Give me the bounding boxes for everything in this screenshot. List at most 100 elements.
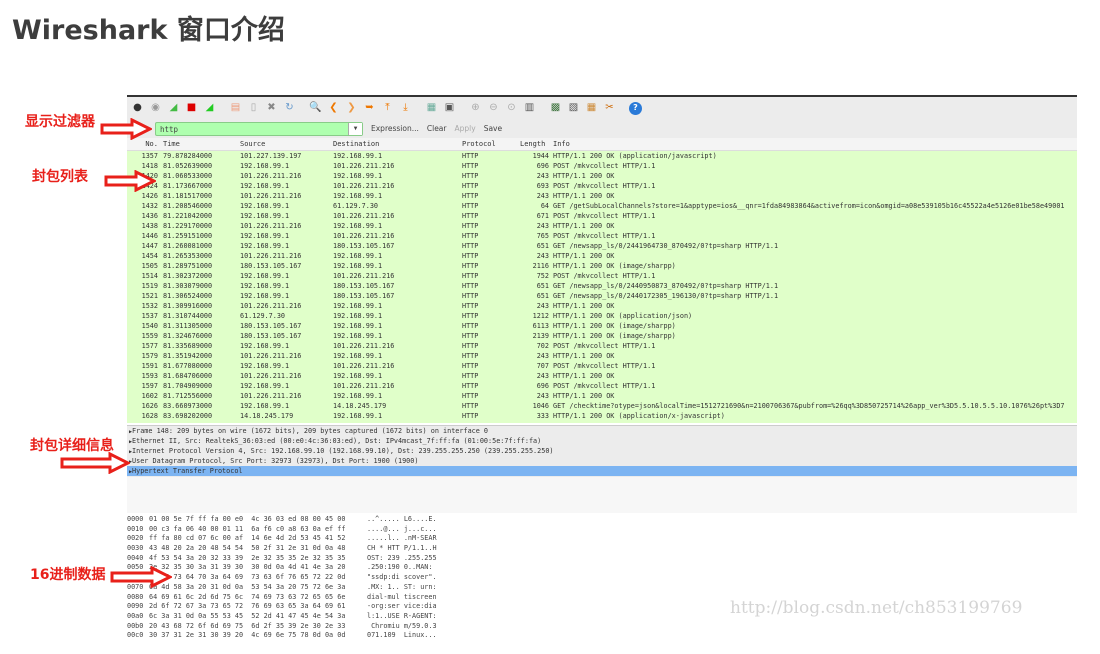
forward-icon[interactable]: ❯ <box>345 102 358 115</box>
packet-row[interactable]: 1426 81.181517000 101.226.211.216 192.168.9… <box>127 191 1077 201</box>
packet-row[interactable]: 1436 81.221042000 192.168.99.1 101.226.211.… <box>127 211 1077 221</box>
resize-columns-icon[interactable]: ▥ <box>523 102 536 115</box>
hex-bytes: 64 69 61 6c 2d 6d 75 6c 74 69 73 63 72 6… <box>149 592 346 601</box>
goto-icon[interactable]: ➥ <box>363 102 376 115</box>
packet-row[interactable]: 1577 81.335689000 192.168.99.1 101.226.211.… <box>127 341 1077 351</box>
help-icon[interactable]: ? <box>629 101 642 115</box>
packet-cell-info: POST /mkvcollect HTTP/1.1 <box>553 382 656 390</box>
packet-cell-source: 101.226.211.216 <box>240 172 302 180</box>
packet-row[interactable]: 1540 81.311305000 180.153.105.167 192.168.9… <box>127 321 1077 331</box>
normal-size-icon[interactable]: ⊙ <box>505 102 518 115</box>
packet-row[interactable]: 1519 81.303079000 192.168.99.1 180.153.105.… <box>127 281 1077 291</box>
coloring-rules-icon[interactable]: ▦ <box>585 102 598 115</box>
packet-row[interactable]: 1438 81.229170000 101.226.211.216 192.168.9… <box>127 221 1077 231</box>
packet-row[interactable]: 1514 81.302372000 192.168.99.1 101.226.211.… <box>127 271 1077 281</box>
stop-capture-icon[interactable]: ■ <box>185 102 198 115</box>
packet-cell-protocol: HTTP <box>462 352 479 360</box>
interface-list-icon[interactable]: ● <box>131 102 144 115</box>
close-file-icon[interactable]: ✖ <box>265 102 278 115</box>
column-header-destination[interactable]: Destination <box>333 140 379 148</box>
start-capture-icon[interactable]: ◢ <box>167 102 180 115</box>
expression-button[interactable]: Expression... <box>371 124 419 133</box>
detail-tree-item[interactable]: ▶Frame 148: 209 bytes on wire (1672 bits… <box>127 426 1077 436</box>
find-icon[interactable]: 🔍 <box>309 102 322 115</box>
packet-row[interactable]: 1537 81.310744000 61.129.7.30 192.168.99.1 H… <box>127 311 1077 321</box>
packet-cell-time: 81.259151000 <box>163 232 213 240</box>
packet-row[interactable]: 1432 81.208546000 192.168.99.1 61.129.7.30 H… <box>127 201 1077 211</box>
column-header-no[interactable]: No. <box>127 140 158 148</box>
packet-row[interactable]: 1447 81.260081000 192.168.99.1 180.153.105.… <box>127 241 1077 251</box>
restart-capture-icon[interactable]: ◢ <box>203 102 216 115</box>
packet-row[interactable]: 1418 81.052639000 192.168.99.1 101.226.211.… <box>127 161 1077 171</box>
detail-tree-item[interactable]: ▶User Datagram Protocol, Src Port: 32973… <box>127 456 1077 466</box>
packet-cell-protocol: HTTP <box>462 402 479 410</box>
packet-cell-info: GET /checktime?otype=json&localTime=1512… <box>553 402 1065 410</box>
packet-row[interactable]: 1591 81.677080000 192.168.99.1 101.226.211.… <box>127 361 1077 371</box>
wireshark-window: ● ◉ ◢ ■ ◢ ▤ ▯ ✖ ↻ 🔍 ❮ ❯ ➥ ⤒ ⤓ ▦ ▣ ⊕ ⊖ ⊙ ▥ ▩ ▧ ▦ ✂? http ▼ Express… <box>127 95 1077 639</box>
packet-row[interactable]: 1593 81.684706000 101.226.211.216 192.168.9… <box>127 371 1077 381</box>
detail-tree-item[interactable]: ▶Internet Protocol Version 4, Src: 192.1… <box>127 446 1077 456</box>
capture-filters-icon[interactable]: ▩ <box>549 102 562 115</box>
packet-cell-protocol: HTTP <box>462 332 479 340</box>
packet-row[interactable]: 1559 81.324676000 180.153.105.167 192.168.9… <box>127 331 1077 341</box>
packet-cell-length: 333 <box>536 412 549 420</box>
save-filter-button[interactable]: Save <box>484 124 502 133</box>
packet-row[interactable]: 1602 81.712556000 101.226.211.216 192.168.9… <box>127 391 1077 401</box>
packet-cell-destination: 192.168.99.1 <box>333 192 383 200</box>
packet-cell-no: 1537 <box>141 312 158 320</box>
packet-row[interactable]: 1420 81.060533000 101.226.211.216 192.168.9… <box>127 171 1077 181</box>
packet-row[interactable]: 1579 81.351942000 101.226.211.216 192.168.9… <box>127 351 1077 361</box>
apply-button[interactable]: Apply <box>455 124 476 133</box>
clear-button[interactable]: Clear <box>427 124 447 133</box>
packet-cell-time: 81.221042000 <box>163 212 213 220</box>
hex-row: 00b0 20 43 68 72 6f 6d 69 75 6d 2f 35 39 … <box>127 622 1077 632</box>
zoom-out-icon[interactable]: ⊖ <box>487 102 500 115</box>
packet-cell-no: 1418 <box>141 162 158 170</box>
column-header-protocol[interactable]: Protocol <box>462 140 496 148</box>
packet-cell-protocol: HTTP <box>462 172 479 180</box>
packet-row[interactable]: 1521 81.306524000 192.168.99.1 180.153.105.… <box>127 291 1077 301</box>
autoscroll-icon[interactable]: ▣ <box>443 102 456 115</box>
pane-divider[interactable] <box>127 477 1077 513</box>
packet-row[interactable]: 1626 83.660973000 192.168.99.1 14.18.245.17… <box>127 401 1077 411</box>
save-file-icon[interactable]: ▯ <box>247 102 260 115</box>
open-file-icon[interactable]: ▤ <box>229 102 242 115</box>
packet-row[interactable]: 1597 81.704909000 192.168.99.1 101.226.211.… <box>127 381 1077 391</box>
preferences-icon[interactable]: ✂ <box>603 102 616 115</box>
packet-cell-protocol: HTTP <box>462 362 479 370</box>
packet-cell-no: 1591 <box>141 362 158 370</box>
packet-row[interactable]: 1628 83.698202000 14.18.245.179 192.168.99.… <box>127 411 1077 421</box>
packet-cell-source: 101.226.211.216 <box>240 392 302 400</box>
column-header-length[interactable]: Length <box>520 140 552 148</box>
hex-row: 0030 43 48 20 2a 20 48 54 54 50 2f 31 2e … <box>127 544 1077 554</box>
first-packet-icon[interactable]: ⤒ <box>381 102 394 115</box>
column-header-info[interactable]: Info <box>553 140 570 148</box>
detail-tree-item[interactable]: ▶Hypertext Transfer Protocol <box>127 466 1077 476</box>
display-filters-icon[interactable]: ▧ <box>567 102 580 115</box>
zoom-in-icon[interactable]: ⊕ <box>469 102 482 115</box>
colorize-icon[interactable]: ▦ <box>425 102 438 115</box>
column-header-source[interactable]: Source <box>240 140 265 148</box>
back-icon[interactable]: ❮ <box>327 102 340 115</box>
detail-tree-item[interactable]: ▶Ethernet II, Src: RealtekS_36:03:ed (00… <box>127 436 1077 446</box>
capture-options-icon[interactable]: ◉ <box>149 102 162 115</box>
packet-row[interactable]: 1454 81.265353000 101.226.211.216 192.168.9… <box>127 251 1077 261</box>
column-header-time[interactable]: Time <box>163 140 180 148</box>
packet-row[interactable]: 1357 79.878284000 101.227.139.197 192.168.9… <box>127 151 1077 161</box>
packet-cell-no: 1597 <box>141 382 158 390</box>
packet-cell-info: GET /newsapp_ls/0/2440950873_870492/0?tp… <box>553 282 779 290</box>
packet-row[interactable]: 1424 81.173667000 192.168.99.1 101.226.211.… <box>127 181 1077 191</box>
last-packet-icon[interactable]: ⤓ <box>399 102 412 115</box>
packet-row[interactable]: 1505 81.289751000 180.153.105.167 192.168.9… <box>127 261 1077 271</box>
display-filter-input[interactable]: http ▼ <box>155 121 363 136</box>
packet-cell-info: HTTP/1.1 200 OK (image/sharpp) <box>553 332 676 340</box>
packet-row[interactable]: 1532 81.309916000 101.226.211.216 192.168.9… <box>127 301 1077 311</box>
packet-row[interactable]: 1446 81.259151000 192.168.99.1 101.226.211.… <box>127 231 1077 241</box>
packet-cell-source: 192.168.99.1 <box>240 362 290 370</box>
filter-dropdown-chevron-icon[interactable]: ▼ <box>348 122 362 135</box>
packet-cell-source: 101.226.211.216 <box>240 222 302 230</box>
packet-cell-no: 1505 <box>141 262 158 270</box>
reload-icon[interactable]: ↻ <box>283 102 296 115</box>
packet-cell-protocol: HTTP <box>462 152 479 160</box>
packet-cell-protocol: HTTP <box>462 212 479 220</box>
